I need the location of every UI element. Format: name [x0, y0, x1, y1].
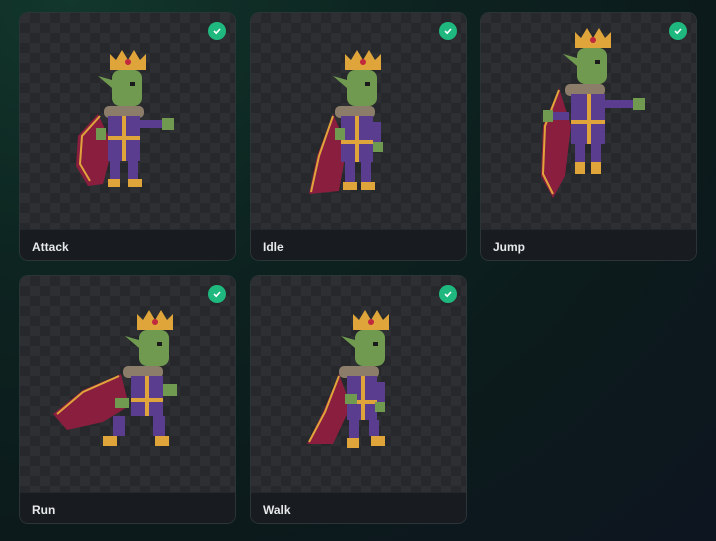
check-circle-icon [208, 285, 226, 303]
animation-label: Idle [263, 240, 284, 254]
goblin-king-walk-sprite [306, 310, 389, 448]
animation-card-run[interactable]: Run [19, 275, 236, 524]
animation-card-walk[interactable]: Walk [250, 275, 467, 524]
animation-label: Jump [493, 240, 526, 254]
goblin-king-jump-sprite [540, 28, 645, 198]
sprite-preview [481, 13, 696, 229]
card-footer: Idle [251, 229, 466, 260]
animation-label: Attack [32, 240, 69, 254]
check-circle-icon [439, 285, 457, 303]
card-footer: Jump [481, 229, 696, 260]
animation-label: Walk [263, 503, 291, 517]
goblin-king-idle-sprite [308, 50, 383, 194]
sprite-preview [20, 276, 235, 492]
goblin-king-attack-sprite [75, 50, 174, 187]
sprite-preview [20, 13, 235, 229]
check-circle-icon [669, 22, 687, 40]
check-circle-icon [439, 22, 457, 40]
animation-card-idle[interactable]: Idle [250, 12, 467, 261]
card-footer: Attack [20, 229, 235, 260]
animation-card-attack[interactable]: Attack [19, 12, 236, 261]
sprite-preview [251, 276, 466, 492]
goblin-king-run-sprite [52, 310, 177, 446]
sprite-preview [251, 13, 466, 229]
animation-card-jump[interactable]: Jump [480, 12, 697, 261]
check-circle-icon [208, 22, 226, 40]
card-footer: Walk [251, 492, 466, 523]
animation-label: Run [32, 503, 56, 517]
card-footer: Run [20, 492, 235, 523]
